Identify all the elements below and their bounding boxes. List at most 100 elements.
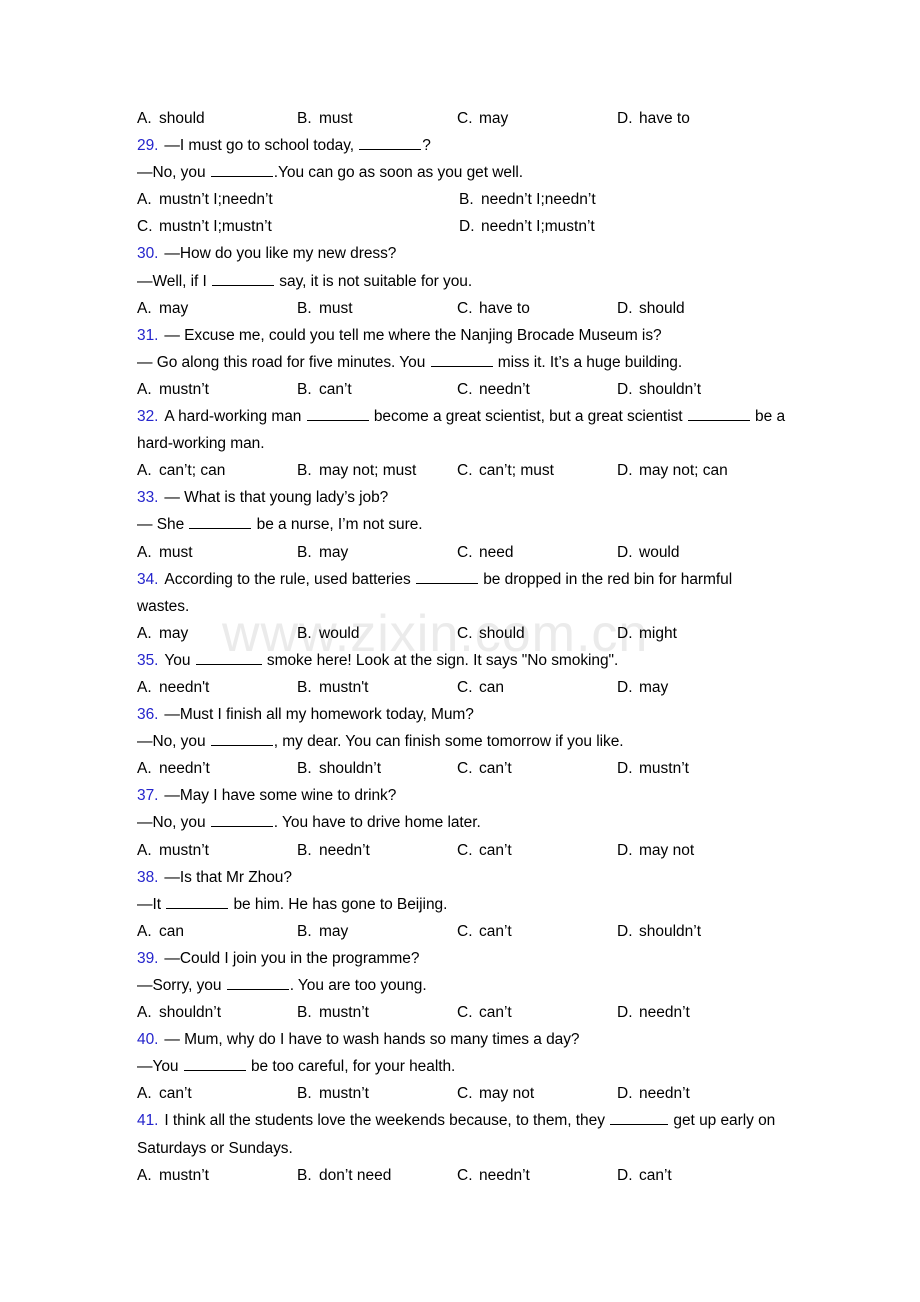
question-stem-wrap: wastes. bbox=[137, 593, 820, 620]
option-b[interactable]: B. must bbox=[297, 105, 457, 132]
option-d[interactable]: D. shouldn’t bbox=[617, 918, 777, 945]
option-a[interactable]: A. needn’t bbox=[137, 755, 297, 782]
option-d[interactable]: D. shouldn’t bbox=[617, 376, 777, 403]
option-b[interactable]: B. don’t need bbox=[297, 1162, 457, 1189]
option-b-label: B. bbox=[297, 380, 312, 398]
answer-blank[interactable] bbox=[183, 1057, 246, 1072]
option-row: C. mustn’t I;mustn’t D. needn’t I;mustn’t bbox=[137, 213, 820, 240]
option-c[interactable]: C. can’t; must bbox=[457, 457, 617, 484]
option-b[interactable]: B. mustn’t bbox=[297, 999, 457, 1026]
answer-blank[interactable] bbox=[210, 163, 273, 178]
option-c[interactable]: C. mustn’t I;mustn’t bbox=[137, 213, 459, 240]
answer-blank[interactable] bbox=[415, 570, 478, 584]
option-d[interactable]: D. needn’t I;mustn’t bbox=[459, 213, 781, 240]
option-d[interactable]: D. have to bbox=[617, 105, 777, 132]
option-c[interactable]: C. can’t bbox=[457, 837, 617, 864]
option-a[interactable]: A. may bbox=[137, 620, 297, 647]
option-d[interactable]: D. may not bbox=[617, 837, 777, 864]
option-d[interactable]: D. can’t bbox=[617, 1162, 777, 1189]
option-a[interactable]: A. mustn’t bbox=[137, 376, 297, 403]
option-a-label: A. bbox=[137, 1085, 152, 1103]
option-c[interactable]: C. may not bbox=[457, 1080, 617, 1107]
option-b-label: B. bbox=[297, 543, 312, 561]
option-a-label: A. bbox=[137, 760, 152, 778]
answer-blank[interactable] bbox=[195, 651, 262, 665]
option-a[interactable]: A. can’t bbox=[137, 1080, 297, 1107]
option-c-label: C. bbox=[457, 110, 473, 127]
option-d[interactable]: D. should bbox=[617, 295, 777, 322]
option-c[interactable]: C. can bbox=[457, 674, 617, 701]
answer-blank[interactable] bbox=[212, 272, 275, 286]
answer-blank[interactable] bbox=[306, 407, 369, 422]
option-b[interactable]: B. shouldn’t bbox=[297, 755, 457, 782]
option-d[interactable]: D. needn’t bbox=[617, 1080, 777, 1107]
answer-blank[interactable] bbox=[687, 407, 750, 422]
option-a[interactable]: A. needn't bbox=[137, 674, 297, 701]
option-c[interactable]: C. may bbox=[457, 105, 617, 132]
question-stem-line2: —No, you , my dear. You can finish some … bbox=[137, 728, 820, 755]
option-a[interactable]: A. mustn’t I;needn’t bbox=[137, 186, 459, 213]
option-a-text: may bbox=[159, 624, 189, 642]
answer-blank[interactable] bbox=[210, 732, 273, 747]
option-c[interactable]: C. needn’t bbox=[457, 376, 617, 403]
stem-text: be him. He has gone to Beijing. bbox=[229, 895, 448, 913]
option-b[interactable]: B. would bbox=[297, 620, 457, 647]
question-stem-line2: —No, you .You can go as soon as you get … bbox=[137, 159, 820, 186]
option-a[interactable]: A. must bbox=[137, 539, 297, 566]
option-a[interactable]: A. may bbox=[137, 295, 297, 322]
option-b[interactable]: B. mustn't bbox=[297, 674, 457, 701]
stem-text: —May I have some wine to drink? bbox=[164, 787, 397, 805]
option-c-text: needn’t bbox=[479, 380, 530, 398]
option-a[interactable]: A. mustn’t bbox=[137, 1162, 297, 1189]
option-d[interactable]: D. might bbox=[617, 620, 777, 647]
option-d-text: may not bbox=[639, 841, 695, 859]
option-d-text: should bbox=[639, 299, 685, 317]
option-b[interactable]: B. may not; must bbox=[297, 457, 457, 484]
option-c[interactable]: C. should bbox=[457, 620, 617, 647]
answer-blank[interactable] bbox=[166, 895, 229, 909]
option-d-text: needn’t bbox=[639, 1004, 690, 1022]
question-stem-line2: —Well, if I say, it is not suitable for … bbox=[137, 268, 820, 295]
option-c[interactable]: C. need bbox=[457, 539, 617, 566]
option-b[interactable]: B. needn’t I;needn’t bbox=[459, 186, 781, 213]
option-c[interactable]: C. have to bbox=[457, 295, 617, 322]
answer-blank[interactable] bbox=[610, 1111, 669, 1126]
option-a-text: mustn’t bbox=[159, 1166, 209, 1184]
option-b[interactable]: B. mustn’t bbox=[297, 1080, 457, 1107]
option-d[interactable]: D. may not; can bbox=[617, 457, 777, 484]
option-b[interactable]: B. may bbox=[297, 539, 457, 566]
option-b[interactable]: B. needn’t bbox=[297, 837, 457, 864]
option-d-label: D. bbox=[617, 299, 633, 317]
option-c[interactable]: C. needn’t bbox=[457, 1162, 617, 1189]
option-d[interactable]: D. mustn’t bbox=[617, 755, 777, 782]
option-c[interactable]: C. can’t bbox=[457, 755, 617, 782]
question-stem: 35. You smoke here! Look at the sign. It … bbox=[137, 647, 820, 674]
option-b[interactable]: B. may bbox=[297, 918, 457, 945]
answer-blank[interactable] bbox=[226, 976, 289, 990]
answer-blank[interactable] bbox=[430, 353, 493, 367]
option-d[interactable]: D. may bbox=[617, 674, 777, 701]
option-d[interactable]: D. needn’t bbox=[617, 999, 777, 1026]
option-d-label: D. bbox=[617, 110, 633, 127]
option-a[interactable]: A. shouldn’t bbox=[137, 999, 297, 1026]
question-stem: 32. A hard-working man become a great sci… bbox=[137, 403, 820, 430]
option-c-label: C. bbox=[137, 218, 153, 236]
option-c-text: need bbox=[479, 543, 514, 561]
option-b[interactable]: B. must bbox=[297, 295, 457, 322]
option-c[interactable]: C. can’t bbox=[457, 918, 617, 945]
option-b[interactable]: B. can’t bbox=[297, 376, 457, 403]
option-row: A. mustn’t B. needn’t C. can’t D. may not bbox=[137, 837, 820, 864]
answer-blank[interactable] bbox=[189, 515, 252, 530]
option-c[interactable]: C. can’t bbox=[457, 999, 617, 1026]
stem-text: . You have to drive home later. bbox=[273, 814, 481, 832]
option-a-text: needn’t bbox=[159, 760, 210, 778]
option-a[interactable]: A. mustn’t bbox=[137, 837, 297, 864]
answer-blank[interactable] bbox=[359, 136, 422, 151]
option-d-label: D. bbox=[617, 1004, 633, 1022]
option-d[interactable]: D. would bbox=[617, 539, 777, 566]
option-a[interactable]: A. can’t; can bbox=[137, 457, 297, 484]
option-a-text: shouldn’t bbox=[159, 1004, 222, 1022]
option-a[interactable]: A. should bbox=[137, 105, 297, 132]
option-a[interactable]: A. can bbox=[137, 918, 297, 945]
answer-blank[interactable] bbox=[210, 813, 273, 828]
